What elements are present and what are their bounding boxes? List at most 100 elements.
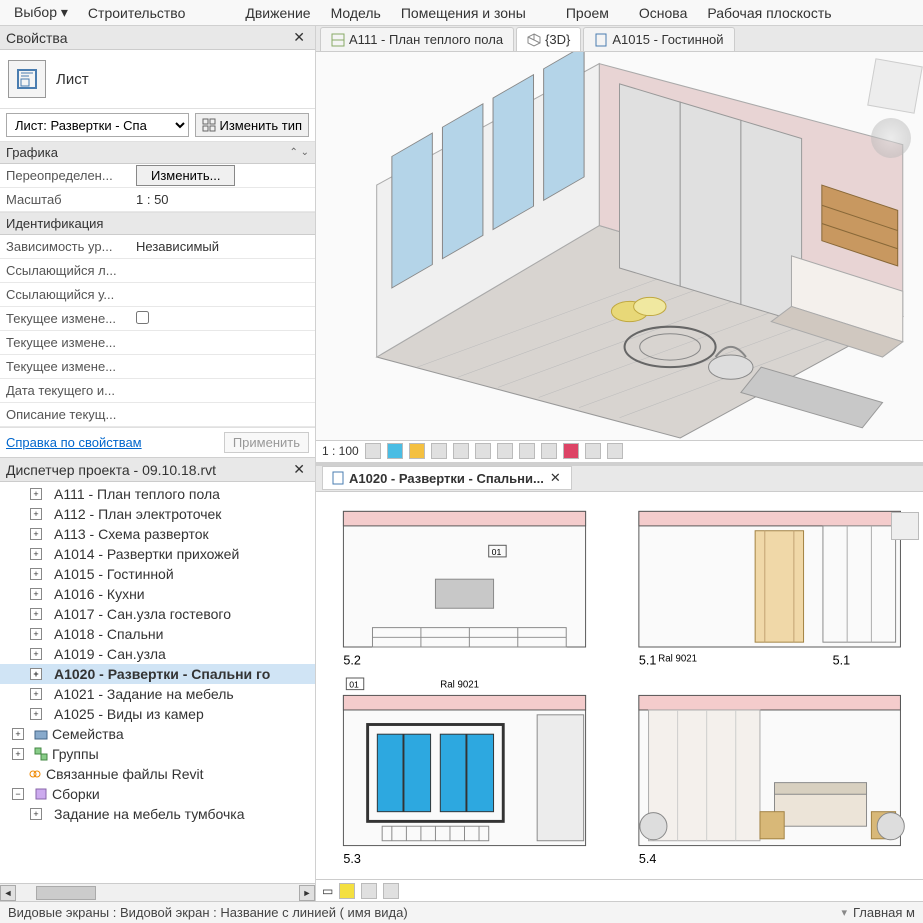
- close-properties-icon[interactable]: ✕: [289, 29, 309, 46]
- expand-icon[interactable]: +: [30, 708, 42, 720]
- svg-text:5.1: 5.1: [639, 653, 657, 667]
- tree-sheet-item[interactable]: +A1014 - Развертки прихожей: [0, 544, 315, 564]
- tree-group-item[interactable]: +Группы: [0, 744, 315, 764]
- svg-text:5.3: 5.3: [343, 852, 361, 866]
- expand-icon[interactable]: +: [30, 588, 42, 600]
- sun-path-icon[interactable]: [409, 443, 425, 459]
- expand-icon[interactable]: +: [30, 808, 42, 820]
- expand-icon[interactable]: +: [30, 668, 42, 680]
- rendering-icon[interactable]: [453, 443, 469, 459]
- tree-group-item[interactable]: −Сборки: [0, 784, 315, 804]
- expand-icon[interactable]: +: [30, 688, 42, 700]
- light-icon[interactable]: [339, 883, 355, 899]
- close-browser-icon[interactable]: ✕: [289, 461, 309, 478]
- tree-sheet-item[interactable]: +A111 - План теплого пола: [0, 484, 315, 504]
- section-graphics[interactable]: Графика ⌃ ⌄: [0, 142, 315, 164]
- nav-wheel[interactable]: [871, 118, 911, 158]
- ribbon-item-model[interactable]: Модель: [321, 2, 391, 24]
- tree-sheet-item[interactable]: +A1018 - Спальни: [0, 624, 315, 644]
- type-selector[interactable]: Лист: [0, 50, 315, 109]
- tree-sheet-item[interactable]: +A1015 - Гостинной: [0, 564, 315, 584]
- expand-icon[interactable]: +: [30, 568, 42, 580]
- tab-sheet-a1015[interactable]: A1015 - Гостинной: [583, 27, 734, 51]
- properties-help-link[interactable]: Справка по свойствам: [6, 435, 142, 450]
- expand-icon[interactable]: +: [30, 648, 42, 660]
- tree-sheet-item[interactable]: +A113 - Схема разверток: [0, 524, 315, 544]
- scale-label[interactable]: 1 : 100: [322, 444, 359, 458]
- assemblies-icon: [34, 787, 48, 801]
- ribbon-item-motion[interactable]: Движение: [235, 2, 320, 24]
- expand-icon[interactable]: +: [12, 728, 24, 740]
- expand-icon[interactable]: −: [12, 788, 24, 800]
- close-tab-icon[interactable]: ✕: [548, 470, 563, 486]
- sheet-tools-icon[interactable]: ▭: [322, 884, 333, 898]
- edit-type-button[interactable]: Изменить тип: [195, 113, 309, 137]
- ribbon-item-build[interactable]: Строительство: [78, 2, 195, 24]
- shadows-icon[interactable]: [431, 443, 447, 459]
- tree-sheet-item[interactable]: +A1020 - Развертки - Спальни го: [0, 664, 315, 684]
- tree-sheet-item[interactable]: +A1019 - Сан.узла: [0, 644, 315, 664]
- cube-icon: [527, 33, 541, 47]
- svg-text:Ral 9021: Ral 9021: [658, 653, 697, 664]
- expand-icon[interactable]: +: [30, 608, 42, 620]
- expand-icon[interactable]: +: [12, 748, 24, 760]
- plan-icon: [331, 33, 345, 47]
- ribbon-item-workplane[interactable]: Рабочая плоскость: [697, 2, 841, 24]
- expand-icon[interactable]: +: [30, 528, 42, 540]
- ribbon-bar: Выбор ▾ Строительство Движение Модель По…: [0, 0, 923, 26]
- expand-icon[interactable]: +: [30, 548, 42, 560]
- tree-group-item[interactable]: +Семейства: [0, 724, 315, 744]
- type-label: Лист: [56, 71, 89, 88]
- tab-sheet-a1020[interactable]: A1020 - Развертки - Спальни... ✕: [322, 466, 572, 490]
- browser-hscroll[interactable]: ◄ ►: [0, 883, 315, 901]
- expand-icon[interactable]: +: [30, 488, 42, 500]
- tree-sheet-item[interactable]: +A1021 - Задание на мебель: [0, 684, 315, 704]
- families-icon: [34, 727, 48, 741]
- ribbon-item-rooms[interactable]: Помещения и зоны: [391, 2, 536, 24]
- wheel-icon[interactable]: [891, 512, 919, 540]
- tree-sheet-item[interactable]: +A1025 - Виды из камер: [0, 704, 315, 724]
- svg-text:01: 01: [349, 679, 359, 689]
- tree-sheet-item[interactable]: +A1016 - Кухни: [0, 584, 315, 604]
- lock-3d-icon[interactable]: [519, 443, 535, 459]
- viewport-sheet[interactable]: 01 5.2 Ral 9021 5.1 5.1: [316, 492, 923, 880]
- visual-style-icon[interactable]: [387, 443, 403, 459]
- reveal-icon[interactable]: [563, 443, 579, 459]
- expand-icon[interactable]: +: [30, 508, 42, 520]
- scale-value[interactable]: 1 : 50: [130, 192, 315, 207]
- analytical-icon[interactable]: [585, 443, 601, 459]
- view-cube[interactable]: [867, 58, 923, 114]
- expand-icon[interactable]: +: [30, 628, 42, 640]
- project-browser[interactable]: +A111 - План теплого пола+A112 - План эл…: [0, 482, 315, 883]
- crop-region-icon[interactable]: [497, 443, 513, 459]
- ribbon-item-datum[interactable]: Основа: [629, 2, 697, 24]
- highlight-icon[interactable]: [607, 443, 623, 459]
- apply-button[interactable]: Применить: [224, 432, 309, 453]
- hide-icon[interactable]: [361, 883, 377, 899]
- revision-checkbox[interactable]: [136, 311, 149, 324]
- edit-icon: [202, 118, 216, 132]
- viewport-area: A111 - План теплого пола {3D} A1015 - Го…: [316, 26, 923, 901]
- tab-plan[interactable]: A111 - План теплого пола: [320, 27, 514, 51]
- tree-sheet-item[interactable]: +A1017 - Сан.узла гостевого: [0, 604, 315, 624]
- reveal2-icon[interactable]: [383, 883, 399, 899]
- crop-icon[interactable]: [475, 443, 491, 459]
- viewport-3d[interactable]: [316, 52, 923, 440]
- tab-3d[interactable]: {3D}: [516, 27, 581, 51]
- status-model-label[interactable]: Главная м: [853, 905, 915, 920]
- left-panels: Свойства ✕ Лист Лист: Развертки - Спа Из…: [0, 26, 316, 901]
- temp-hide-icon[interactable]: [541, 443, 557, 459]
- instance-dropdown[interactable]: Лист: Развертки - Спа: [6, 113, 189, 137]
- tree-sub-item[interactable]: +Задание на мебель тумбочка: [0, 804, 315, 824]
- detail-level-icon[interactable]: [365, 443, 381, 459]
- tree-group-item[interactable]: Связанные файлы Revit: [0, 764, 315, 784]
- tree-sheet-item[interactable]: +A112 - План электроточек: [0, 504, 315, 524]
- section-identity[interactable]: Идентификация: [0, 213, 315, 235]
- properties-title: Свойства: [6, 30, 67, 46]
- ribbon-item-opening[interactable]: Проем: [556, 2, 619, 24]
- override-button[interactable]: Изменить...: [136, 165, 235, 186]
- ribbon-item-select[interactable]: Выбор ▾: [4, 1, 78, 24]
- properties-footer: Справка по свойствам Применить: [0, 428, 315, 458]
- view-status-3d: 1 : 100: [316, 440, 923, 462]
- svg-text:01: 01: [492, 546, 502, 556]
